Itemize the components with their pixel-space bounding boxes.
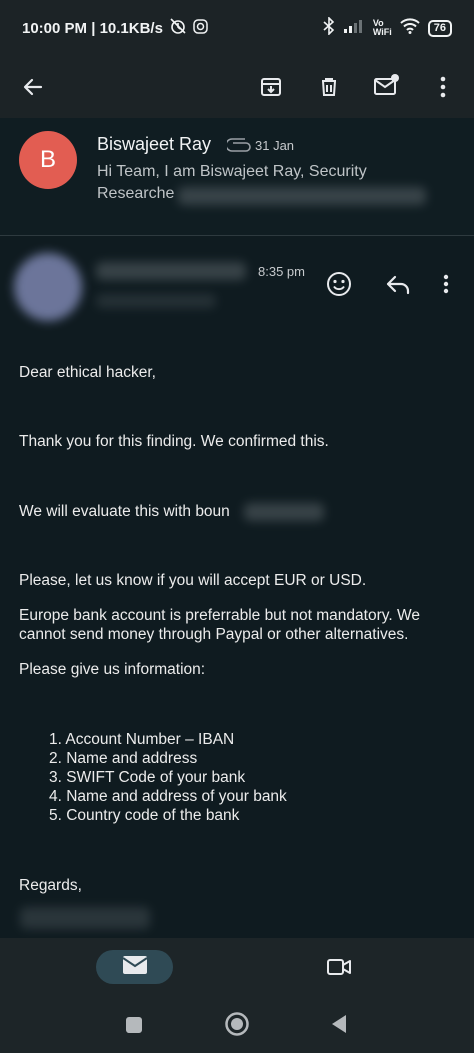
bottom-navigation [0, 938, 474, 998]
snippet-line-2: Researche [97, 185, 175, 202]
nav-mail-tab[interactable] [96, 950, 173, 984]
instagram-icon [193, 18, 208, 38]
list-item: 3. SWIFT Code of your bank [49, 769, 246, 786]
body-paragraph-2: We will evaluate this with boun [19, 503, 230, 520]
list-item: 2. Name and address [49, 750, 198, 767]
body-paragraph-1: Thank you for this finding. We confirmed… [19, 433, 329, 450]
message-date: 31 Jan [255, 138, 295, 153]
message-time: 8:35 pm [258, 264, 305, 279]
redacted-signature [20, 907, 150, 929]
list-item: 1. Account Number – IBAN [49, 731, 235, 748]
home-icon[interactable] [224, 1011, 250, 1037]
delete-icon[interactable] [315, 73, 343, 101]
redacted-avatar [14, 253, 82, 321]
snippet-line-1: Hi Team, I am Biswajeet Ray, Security [97, 163, 367, 180]
message-more-icon[interactable] [441, 273, 451, 295]
greeting: Dear ethical hacker, [19, 364, 156, 381]
status-bar: 10:00 PM | 10.1KB/s Vo WiFi 76 [0, 0, 474, 56]
redacted-snippet [178, 187, 426, 205]
redacted-sender [96, 262, 246, 280]
signal-icon [343, 19, 365, 37]
meet-video-icon[interactable] [325, 955, 353, 979]
reply-icon[interactable] [384, 272, 412, 296]
more-options-icon[interactable] [429, 73, 457, 101]
back-arrow-icon[interactable] [19, 73, 47, 101]
recents-icon[interactable] [124, 1015, 144, 1035]
back-nav-icon[interactable] [329, 1013, 349, 1035]
body-paragraph-4-line-2: cannot send money through Paypal or othe… [19, 626, 409, 643]
redacted-bounty-amount [244, 503, 324, 521]
alarm-off-icon [169, 17, 187, 39]
wifi-icon [400, 18, 420, 38]
body-paragraph-5: Please give us information: [19, 661, 206, 678]
body-paragraph-4-line-1: Europe bank account is preferrable but n… [19, 607, 420, 624]
archive-icon[interactable] [257, 73, 285, 101]
closing: Regards, [19, 877, 82, 894]
sender-name: Biswajeet Ray [97, 134, 212, 154]
body-paragraph-3: Please, let us know if you will accept E… [19, 572, 367, 589]
avatar: B [19, 131, 77, 189]
vowifi-label: Vo WiFi [372, 18, 392, 37]
mail-icon [121, 955, 148, 980]
mark-unread-icon[interactable] [373, 71, 401, 99]
emoji-reaction-icon[interactable] [325, 270, 353, 298]
redacted-recipient [96, 294, 216, 308]
bluetooth-icon [323, 16, 335, 39]
app-bar [0, 56, 474, 118]
status-time: 10:00 PM | 10.1KB/s [22, 19, 163, 37]
list-item: 4. Name and address of your bank [49, 788, 287, 805]
list-item: 5. Country code of the bank [49, 807, 240, 824]
battery-indicator: 76 [427, 19, 452, 37]
attachment-icon [225, 138, 251, 157]
